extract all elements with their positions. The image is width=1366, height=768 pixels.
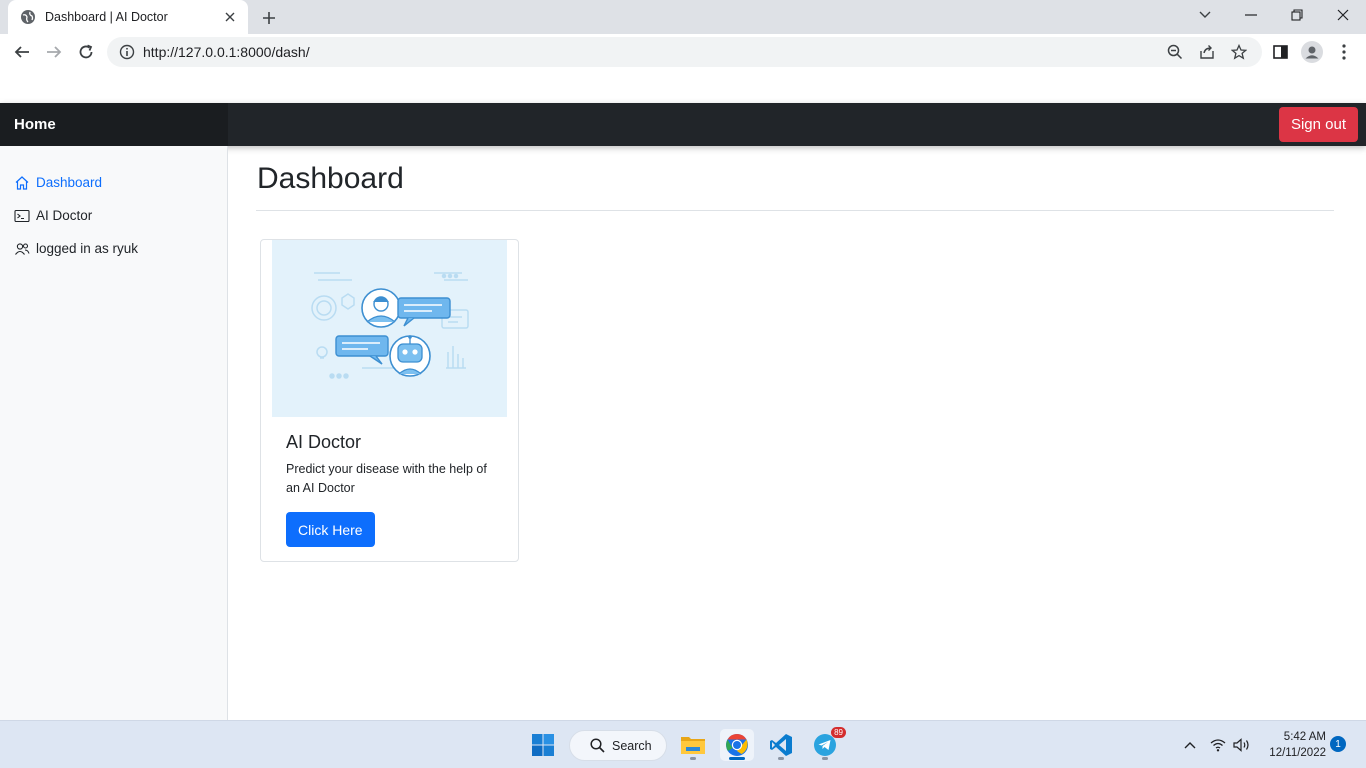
restore-icon[interactable]: [1274, 0, 1320, 30]
back-icon[interactable]: [10, 40, 34, 64]
tab-title: Dashboard | AI Doctor: [45, 10, 168, 24]
click-here-button[interactable]: Click Here: [286, 512, 375, 547]
sidebar-item-user[interactable]: logged in as ryuk: [0, 232, 227, 265]
address-bar[interactable]: http://127.0.0.1:8000/dash/: [107, 37, 1262, 67]
chrome-icon[interactable]: [720, 729, 754, 761]
vscode-icon[interactable]: [764, 729, 798, 761]
top-navbar: Home Sign out: [0, 103, 1366, 146]
sign-out-button[interactable]: Sign out: [1278, 107, 1358, 142]
house-icon: [14, 175, 30, 191]
people-icon: [14, 241, 30, 257]
terminal-icon: [14, 208, 30, 224]
running-indicator: [778, 757, 784, 760]
card-text: Predict your disease with the help of an…: [286, 462, 487, 495]
browser-menu-icon[interactable]: [1332, 40, 1356, 64]
browser-tab-bar: Dashboard | AI Doctor: [0, 0, 1366, 34]
chevron-up-icon[interactable]: [1180, 735, 1200, 755]
browser-tab[interactable]: Dashboard | AI Doctor: [8, 0, 248, 34]
running-indicator: [690, 757, 696, 760]
close-tab-icon[interactable]: [222, 9, 238, 25]
sidebar-item-label: Dashboard: [36, 175, 103, 190]
search-label: Search: [612, 738, 652, 753]
taskbar-search[interactable]: Search: [569, 730, 667, 761]
sidebar: Dashboard AI Doctor logged in as ryuk: [0, 146, 228, 720]
title-divider: [256, 210, 1334, 211]
file-explorer-icon[interactable]: [676, 729, 710, 761]
windows-taskbar: Search 89 5:42 AM 12/11/2022 1: [0, 720, 1366, 768]
card-title: AI Doctor: [286, 432, 362, 452]
sidebar-item-dashboard[interactable]: Dashboard: [0, 166, 227, 199]
system-clock[interactable]: 5:42 AM 12/11/2022: [1262, 729, 1326, 761]
reload-icon[interactable]: [74, 40, 98, 64]
volume-icon[interactable]: [1232, 735, 1252, 755]
tab-search-chevron-icon[interactable]: [1182, 0, 1228, 30]
close-window-icon[interactable]: [1320, 0, 1366, 30]
bookmark-star-icon[interactable]: [1230, 43, 1248, 61]
site-info-icon[interactable]: [119, 44, 135, 60]
sidebar-item-label: logged in as ryuk: [36, 241, 139, 256]
windows-start-icon[interactable]: [526, 729, 560, 761]
profile-avatar-icon[interactable]: [1300, 40, 1324, 64]
search-icon: [590, 737, 606, 754]
running-indicator: [822, 757, 828, 760]
forward-icon[interactable]: [42, 40, 66, 64]
url-text: http://127.0.0.1:8000/dash/: [143, 44, 310, 60]
globe-icon: [20, 9, 36, 25]
wifi-icon[interactable]: [1208, 735, 1228, 755]
sidebar-item-ai-doctor[interactable]: AI Doctor: [0, 199, 227, 232]
home-link[interactable]: Home: [0, 103, 228, 146]
ai-doctor-illustration: [272, 240, 507, 417]
notification-badge[interactable]: 1: [1330, 736, 1346, 752]
zoom-icon[interactable]: [1166, 43, 1184, 61]
running-indicator: [729, 757, 745, 760]
clock-date: 12/11/2022: [1269, 747, 1326, 759]
browser-toolbar: http://127.0.0.1:8000/dash/: [0, 34, 1366, 70]
sidebar-item-label: AI Doctor: [36, 208, 93, 223]
main-content: Dashboard AI Doctor Predict your disease…: [228, 146, 1366, 720]
clock-time: 5:42 AM: [1283, 731, 1326, 743]
page-title: Dashboard: [257, 162, 404, 195]
minimize-icon[interactable]: [1228, 0, 1274, 30]
ai-doctor-card: AI Doctor Predict your disease with the …: [260, 239, 519, 562]
share-icon[interactable]: [1198, 43, 1216, 61]
new-tab-icon[interactable]: [258, 7, 280, 29]
side-panel-icon[interactable]: [1268, 40, 1292, 64]
telegram-icon[interactable]: 89: [808, 727, 846, 761]
unread-badge: 89: [831, 727, 846, 738]
